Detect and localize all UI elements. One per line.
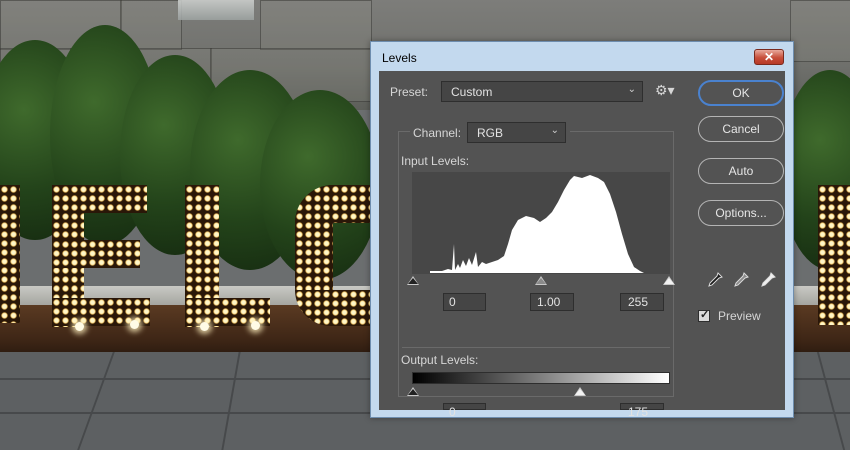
input-gamma-field[interactable]: 1.00 bbox=[530, 293, 574, 311]
ok-button[interactable]: OK bbox=[698, 80, 784, 106]
levels-separator bbox=[402, 347, 670, 348]
output-black-value: 0 bbox=[449, 405, 456, 419]
dialog-body: Preset: Custom ⌄ ⚙▾ Channel: RGB ⌄ Input… bbox=[379, 71, 785, 419]
histogram-graph bbox=[430, 175, 644, 273]
chevron-down-icon: ⌄ bbox=[550, 125, 559, 136]
close-icon: ✕ bbox=[763, 50, 775, 64]
input-black-field[interactable]: 0 bbox=[443, 293, 486, 311]
gray-eyedropper-icon[interactable] bbox=[732, 271, 750, 289]
gear-icon[interactable]: ⚙▾ bbox=[655, 82, 675, 99]
white-eyedropper-icon[interactable] bbox=[759, 271, 777, 289]
channel-value: RGB bbox=[477, 126, 504, 140]
histogram bbox=[412, 172, 670, 274]
fountain-water bbox=[178, 0, 254, 20]
channel-select[interactable]: RGB ⌄ bbox=[467, 122, 566, 143]
output-gradient-bar bbox=[412, 372, 670, 384]
levels-dialog: Levels ✕ Preset: Custom ⌄ ⚙▾ Channel: RG… bbox=[370, 41, 794, 419]
output-levels-label: Output Levels: bbox=[401, 353, 479, 367]
cancel-button[interactable]: Cancel bbox=[698, 116, 784, 142]
output-white-field[interactable]: 175 bbox=[620, 403, 664, 419]
output-black-slider[interactable] bbox=[407, 387, 419, 396]
output-black-field[interactable]: 0 bbox=[443, 403, 486, 419]
checkmark-icon: ✓ bbox=[700, 309, 710, 321]
options-button[interactable]: Options... bbox=[698, 200, 784, 226]
input-gamma-slider[interactable] bbox=[535, 276, 547, 285]
chevron-down-icon: ⌄ bbox=[627, 84, 636, 95]
preset-select[interactable]: Custom ⌄ bbox=[441, 81, 643, 102]
input-white-slider[interactable] bbox=[663, 276, 675, 285]
channel-label: Channel: bbox=[413, 126, 462, 140]
preset-label: Preset: bbox=[390, 85, 429, 99]
auto-button[interactable]: Auto bbox=[698, 158, 784, 184]
preset-value: Custom bbox=[451, 85, 493, 99]
dialog-titlebar[interactable]: Levels ✕ bbox=[371, 42, 793, 70]
output-white-slider[interactable] bbox=[574, 387, 586, 396]
output-white-value: 175 bbox=[628, 405, 649, 419]
preview-label: Preview bbox=[718, 309, 761, 323]
input-levels-label: Input Levels: bbox=[401, 154, 470, 168]
black-eyedropper-icon[interactable] bbox=[706, 271, 724, 289]
dialog-title: Levels bbox=[382, 51, 417, 65]
close-button[interactable]: ✕ bbox=[754, 49, 784, 65]
input-white-field[interactable]: 255 bbox=[620, 293, 664, 311]
preview-checkbox[interactable]: ✓ bbox=[698, 309, 710, 322]
input-black-slider[interactable] bbox=[407, 276, 419, 285]
